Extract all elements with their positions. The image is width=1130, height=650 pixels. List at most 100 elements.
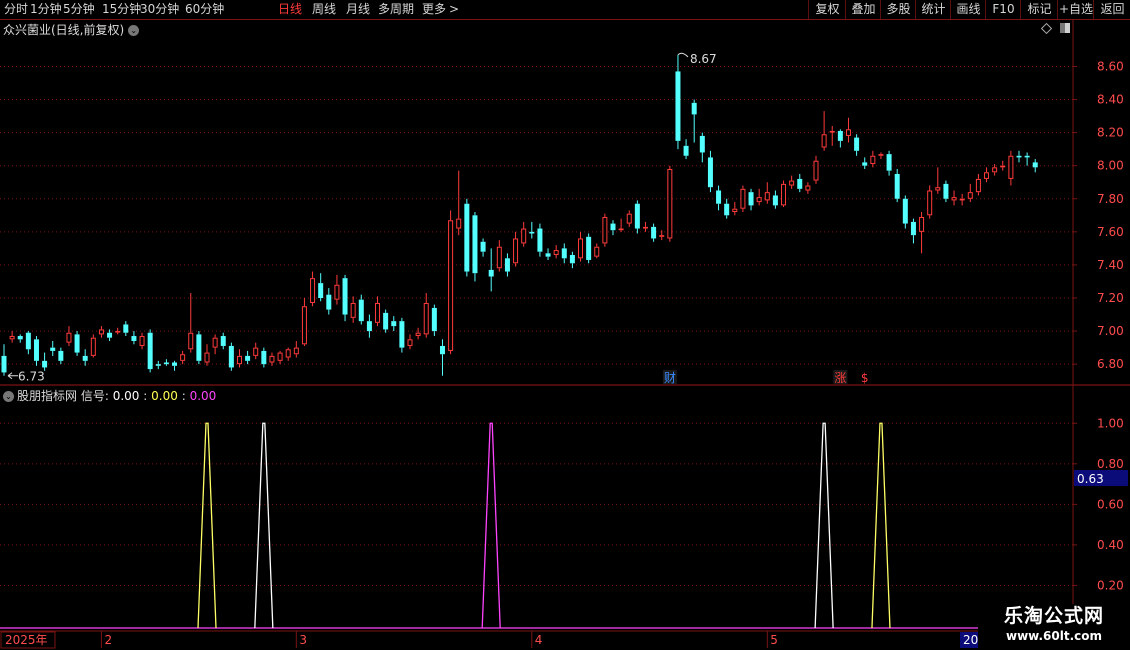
candle-body (115, 331, 121, 333)
high-price-label: 8.67 (690, 52, 717, 66)
candle (415, 327, 421, 340)
candle (675, 54, 681, 150)
period-tab-5[interactable]: 60分钟 (185, 1, 224, 18)
toolbar-button-0[interactable]: 复权 (808, 0, 846, 19)
period-tab-4[interactable]: 30分钟 (140, 1, 179, 18)
candle-body (245, 355, 251, 361)
indicator-axis-label: 1.00 (1097, 416, 1124, 430)
toolbar-button-5[interactable]: F10 (985, 0, 1021, 19)
candle-body (618, 228, 624, 231)
candle (342, 274, 348, 322)
candle-body (423, 302, 429, 335)
candle (253, 342, 259, 360)
candle (772, 190, 778, 209)
high-marker-arrow (677, 52, 689, 58)
candle (642, 221, 648, 232)
candle (602, 213, 608, 247)
toolbar-button-7[interactable]: +自选 (1057, 0, 1094, 19)
toolbar-button-8[interactable]: 返回 (1093, 0, 1130, 19)
more-periods-button[interactable]: 更多 > (422, 1, 459, 18)
toolbar-button-6[interactable]: 标记 (1020, 0, 1058, 19)
candle-body (261, 350, 267, 365)
chart-canvas[interactable]: 6.80 7.00 7.20 7.40 7.60 7.80 8.00 8.20 8.40 8.60… (0, 0, 1130, 650)
candle (561, 243, 567, 264)
candle-body (1000, 165, 1006, 168)
candle-body (626, 213, 632, 224)
candle-body (334, 284, 340, 300)
indicator-title[interactable]: ⌄ 股朋指标网 信号: 0.00 : 0.00 : 0.00 (3, 387, 216, 404)
candle-body (610, 223, 616, 231)
candle (862, 157, 868, 169)
period-tab-0[interactable]: 分时 (4, 1, 28, 18)
candle (910, 218, 916, 244)
indicator-dropdown-icon[interactable]: ⌄ (3, 391, 14, 402)
candle (123, 321, 129, 337)
candle (326, 288, 332, 315)
candle (756, 188, 762, 206)
candle-body (415, 332, 421, 337)
candle (464, 198, 470, 277)
period-tab-2[interactable]: 5分钟 (63, 1, 95, 18)
period-tab-6[interactable]: 日线 (278, 1, 302, 18)
candle-body (1032, 162, 1038, 168)
event-marker: 财 (664, 371, 676, 385)
candle-body (220, 336, 226, 346)
candle-body (456, 218, 462, 229)
period-tab-3[interactable]: 15分钟 (102, 1, 141, 18)
period-tab-7[interactable]: 周线 (312, 1, 336, 18)
candle-body (569, 255, 575, 264)
candle-body (1008, 155, 1014, 179)
candle-body (935, 187, 941, 191)
candle (245, 350, 251, 365)
candle-body (756, 197, 762, 203)
candle-body (1024, 155, 1030, 158)
candle (805, 182, 811, 194)
candle-body (845, 129, 851, 136)
candle-body (951, 197, 957, 201)
candle-body (919, 216, 925, 232)
price-axis-label: 8.40 (1097, 93, 1124, 107)
candle (285, 347, 291, 361)
candle (813, 155, 819, 184)
candle-body (984, 172, 990, 179)
candle (236, 349, 242, 368)
candle-body (350, 302, 356, 318)
toolbar-button-3[interactable]: 统计 (915, 0, 951, 19)
candle-body (464, 203, 470, 272)
candle (17, 334, 23, 343)
candle-body (269, 355, 275, 363)
candle (707, 150, 713, 193)
period-tab-9[interactable]: 多周期 (378, 1, 414, 18)
candle (716, 185, 722, 211)
candle-body (837, 130, 843, 141)
period-tab-8[interactable]: 月线 (346, 1, 370, 18)
period-tab-1[interactable]: 1分钟 (30, 1, 62, 18)
stock-dropdown-icon[interactable]: ⌄ (128, 25, 140, 36)
candle (521, 221, 527, 247)
candle-body (513, 238, 519, 264)
candle-body (764, 192, 770, 201)
candle (651, 223, 657, 242)
candle (456, 170, 462, 236)
candle-body (821, 134, 827, 148)
price-axis-label: 8.00 (1097, 159, 1124, 173)
stock-title[interactable]: 众兴菌业(日线,前复权) ⌄ (3, 21, 140, 38)
candle-body (716, 190, 722, 204)
candle (586, 233, 592, 264)
candle-body (448, 220, 454, 351)
candle-body (42, 360, 48, 368)
candle-body (50, 347, 56, 351)
candle-body (66, 332, 72, 343)
candle (423, 293, 429, 338)
candle (553, 245, 559, 259)
candle (1000, 160, 1006, 171)
candle-body (123, 324, 129, 333)
candle (748, 188, 754, 211)
toolbar-button-2[interactable]: 多股 (880, 0, 916, 19)
candle (781, 180, 787, 208)
candle (269, 352, 275, 366)
toolbar-button-1[interactable]: 叠加 (845, 0, 881, 19)
candle (310, 271, 316, 307)
toolbar-button-4[interactable]: 画线 (950, 0, 986, 19)
candle-body (277, 352, 283, 361)
